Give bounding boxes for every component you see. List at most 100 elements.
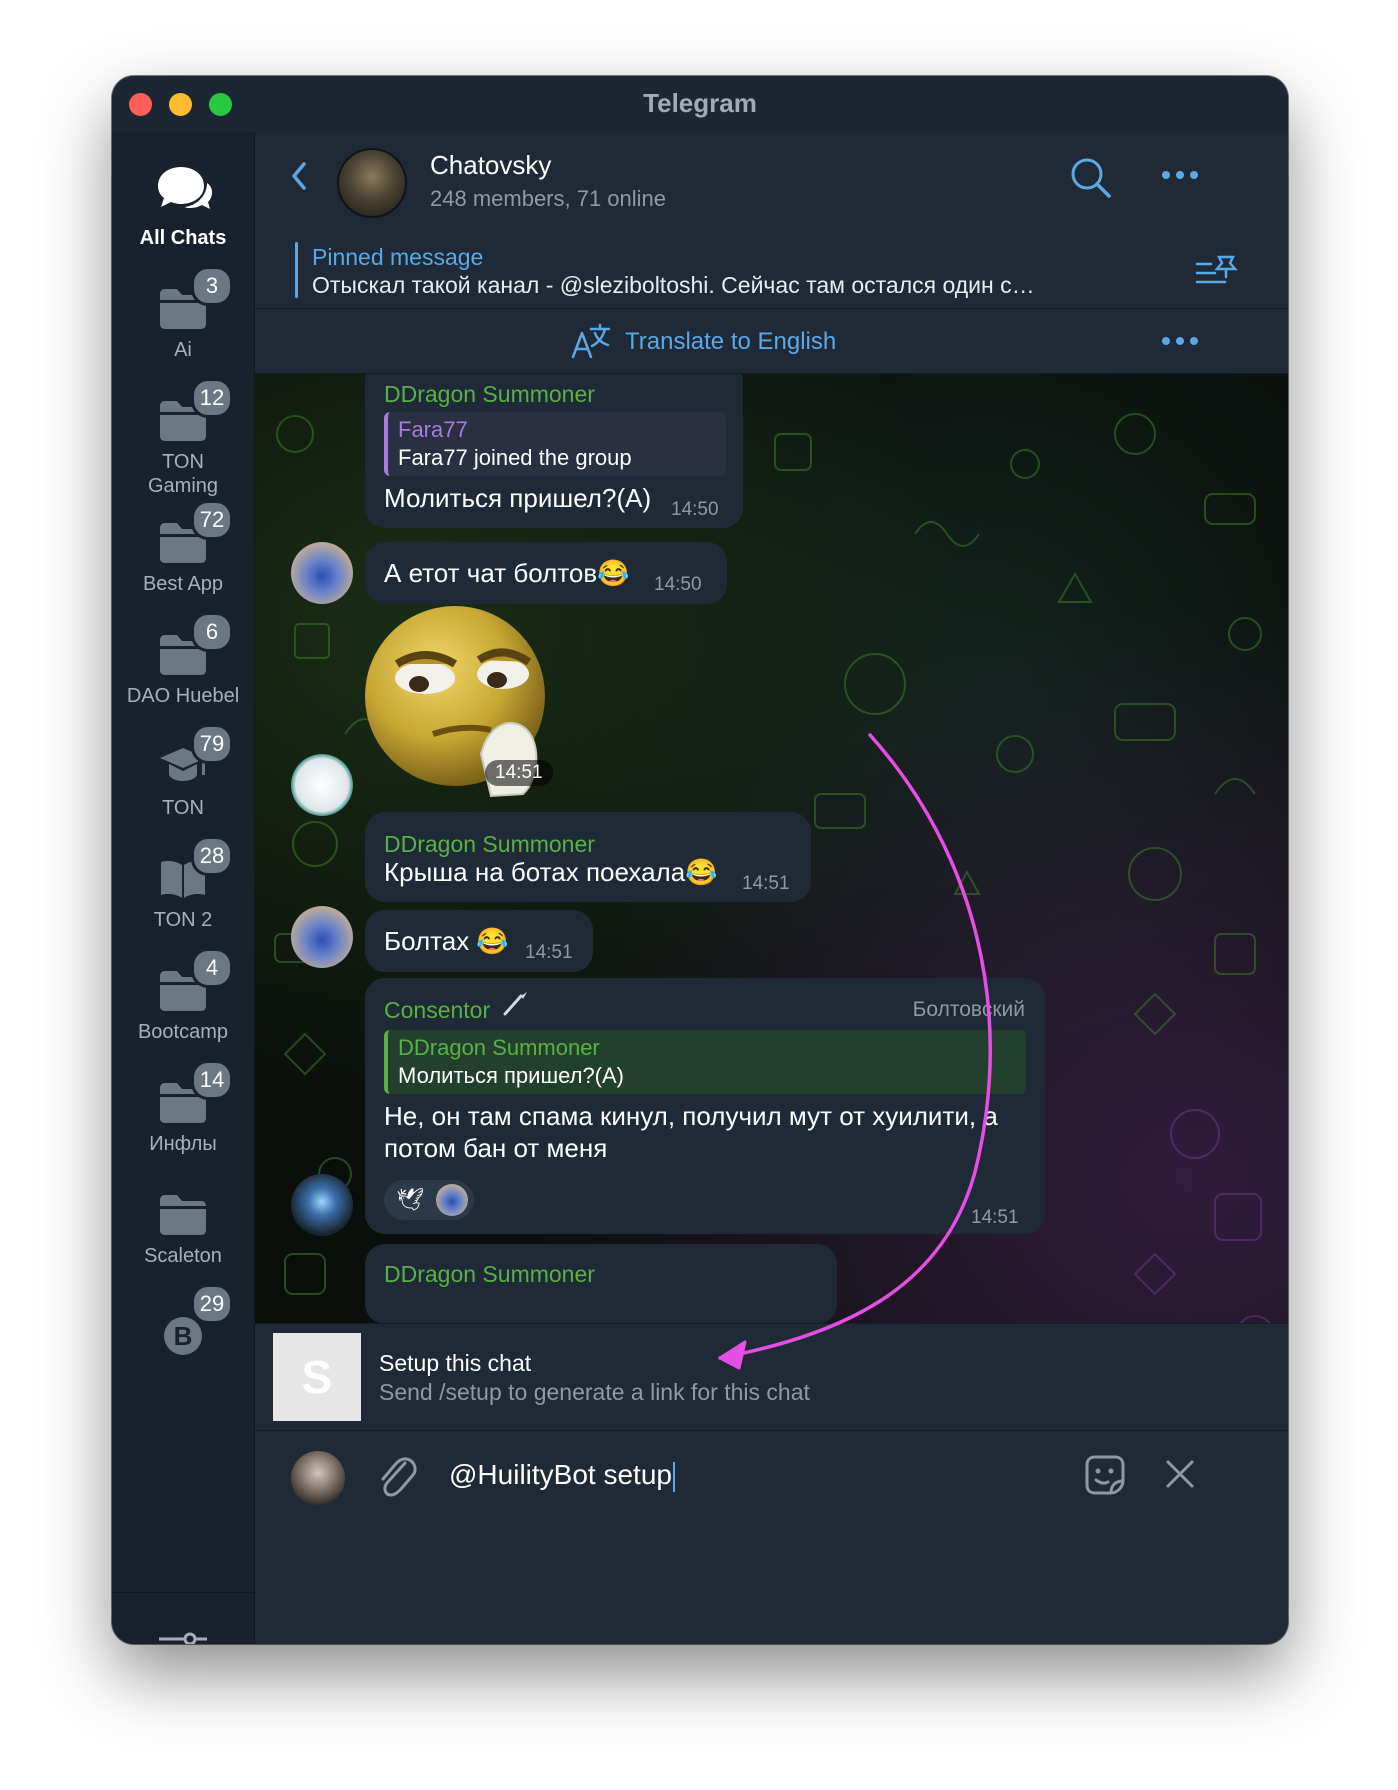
translate-bar[interactable]: Translate to English [255,309,1288,374]
message-bubble[interactable]: Болтах 😂 14:51 [365,910,593,972]
folder-bitcoin[interactable]: B 29 [112,1284,254,1364]
chat-title[interactable]: Chatovsky [430,150,551,181]
unread-badge: 12 [191,378,233,418]
title-bar: Telegram [112,76,1288,132]
bot-command-title: Setup this chat [379,1350,532,1376]
folder-label: Bootcamp [137,1021,229,1043]
pinned-title: Pinned message [312,244,484,270]
message-composer: @HuilityBot setup [255,1430,1288,1644]
message-input[interactable]: @HuilityBot setup [449,1455,989,1495]
folder-label: Scaleton [144,1245,222,1267]
folder-scaleton[interactable]: Scaleton [112,1172,254,1272]
attach-icon[interactable] [375,1453,419,1501]
unread-badge: 72 [191,500,233,540]
message-bubble[interactable]: Consentor Болтовский DDragon Summoner Мо… [365,978,1045,1234]
unread-badge: 79 [191,724,233,764]
pinned-text: Отыскал такой канал - @sleziboltoshi. Се… [312,272,1035,298]
sticker-emoji-icon[interactable] [1081,1451,1129,1499]
message-text: Крыша на ботах поехала😂 [384,857,718,887]
message-text: А етот чат болтов😂 [384,558,630,588]
pinned-message-bar[interactable]: Pinned message Отыскал такой канал - @sl… [255,232,1288,309]
folder-dao-huebel[interactable]: 6 DAO Huebel [112,612,254,712]
search-icon[interactable] [1069,156,1113,200]
folder-all-chats[interactable]: All Chats [112,154,254,254]
folder-bootcamp[interactable]: 4 Bootcamp [112,948,254,1048]
user-avatar[interactable] [291,754,353,816]
folder-best-app[interactable]: 72 Best App [112,500,254,600]
sticker-time: 14:51 [485,760,553,786]
quote-text: Fara77 joined the group [398,445,632,470]
reaction-emoji: 🕊 [396,1187,424,1212]
unread-badge: 14 [191,1060,233,1100]
sender-tag: Болтовский [912,998,1025,1021]
folder-influencers[interactable]: 14 Инфлы [112,1060,254,1160]
message-bubble[interactable]: DDragon Summoner [365,1244,837,1324]
sender-emoji-status-icon [503,992,527,1016]
quote-sender: DDragon Summoner [398,1035,600,1060]
reaction-chip[interactable]: 🕊 [384,1180,474,1220]
reply-quote[interactable]: Fara77 Fara77 joined the group [384,412,726,476]
translate-label: Translate to English [625,328,837,355]
message-text: Болтах 😂 [384,926,509,956]
bot-command-suggestion[interactable]: S Setup this chat Send /setup to generat… [255,1323,1288,1430]
quote-text: Молиться пришел?(A) [398,1063,625,1088]
zoom-window-button[interactable] [209,93,232,116]
message-text: Молиться пришел?(A) [384,483,652,513]
telegram-window: Telegram All Chats 3 Ai 12 TON Gaming 72… [112,76,1288,1644]
message-time: 14:51 [525,942,573,963]
folder-ton[interactable]: 79 TON [112,724,254,824]
user-avatar[interactable] [291,542,353,604]
pinned-list-icon[interactable] [1195,254,1239,290]
folder-label: Инфлы [149,1133,217,1155]
folder-label: TON 2 [153,909,213,931]
chats-icon [158,167,212,209]
folder-ai[interactable]: 3 Ai [112,266,254,366]
unread-badge: 3 [191,266,233,306]
svg-text:B: B [174,1321,193,1351]
unread-badge: 4 [191,948,233,988]
unread-badge: 6 [191,612,233,652]
window-title: Telegram [643,88,757,118]
sidebar-footer [112,1592,254,1644]
message-time: 14:50 [654,574,702,595]
chat-pane: Chatovsky 248 members, 71 online Pinned … [255,132,1288,1644]
chat-avatar[interactable] [337,148,407,218]
back-icon[interactable] [291,162,307,190]
send-as-avatar[interactable] [291,1451,345,1505]
message-bubble[interactable]: А етот чат болтов😂 14:50 [365,542,727,604]
message-list[interactable]: DDragon Summoner Fara77 Fara77 joined th… [255,374,1288,1382]
folder-ton-2[interactable]: 28 TON 2 [112,836,254,936]
bot-avatar: S [273,1333,361,1421]
message-input-text: @HuilityBot setup [449,1459,672,1490]
bot-command-description: Send /setup to generate a link for this … [379,1379,810,1405]
unread-badge: 29 [191,1284,233,1324]
folder-label: TON Gaming [147,451,219,497]
more-options-icon[interactable] [1161,170,1199,180]
folder-label: All Chats [139,227,227,249]
folder-label: Ai [174,339,192,361]
translate-options-icon[interactable] [1161,336,1199,346]
folder-ton-gaming[interactable]: 12 TON Gaming [112,378,254,497]
text-caret [672,1461,675,1492]
chat-header: Chatovsky 248 members, 71 online [255,132,1288,233]
message-time: 14:50 [671,499,719,520]
filters-settings-icon[interactable] [156,1631,210,1644]
message-text: Не, он там спама кинул, получил мут от х… [384,1101,998,1163]
message-time: 14:51 [742,873,790,894]
message-sender[interactable]: DDragon Summoner [384,378,595,410]
user-avatar[interactable] [291,906,353,968]
minimize-window-button[interactable] [169,93,192,116]
message-bubble[interactable]: DDragon Summoner Fara77 Fara77 joined th… [365,374,743,528]
close-icon[interactable] [1165,1459,1195,1489]
user-avatar[interactable] [291,1174,353,1236]
close-window-button[interactable] [129,93,152,116]
reply-quote[interactable]: DDragon Summoner Молиться пришел?(A) [384,1030,1026,1094]
message-sender[interactable]: DDragon Summoner [384,1258,595,1290]
reactor-avatar [436,1184,468,1216]
message-bubble[interactable]: DDragon Summoner Крыша на ботах поехала😂… [365,812,811,902]
folder-icon [160,1195,206,1235]
message-sender[interactable]: Consentor [384,994,490,1026]
unread-badge: 28 [191,836,233,876]
folders-sidebar: All Chats 3 Ai 12 TON Gaming 72 Best App… [112,132,255,1644]
folder-label: TON [162,797,204,819]
